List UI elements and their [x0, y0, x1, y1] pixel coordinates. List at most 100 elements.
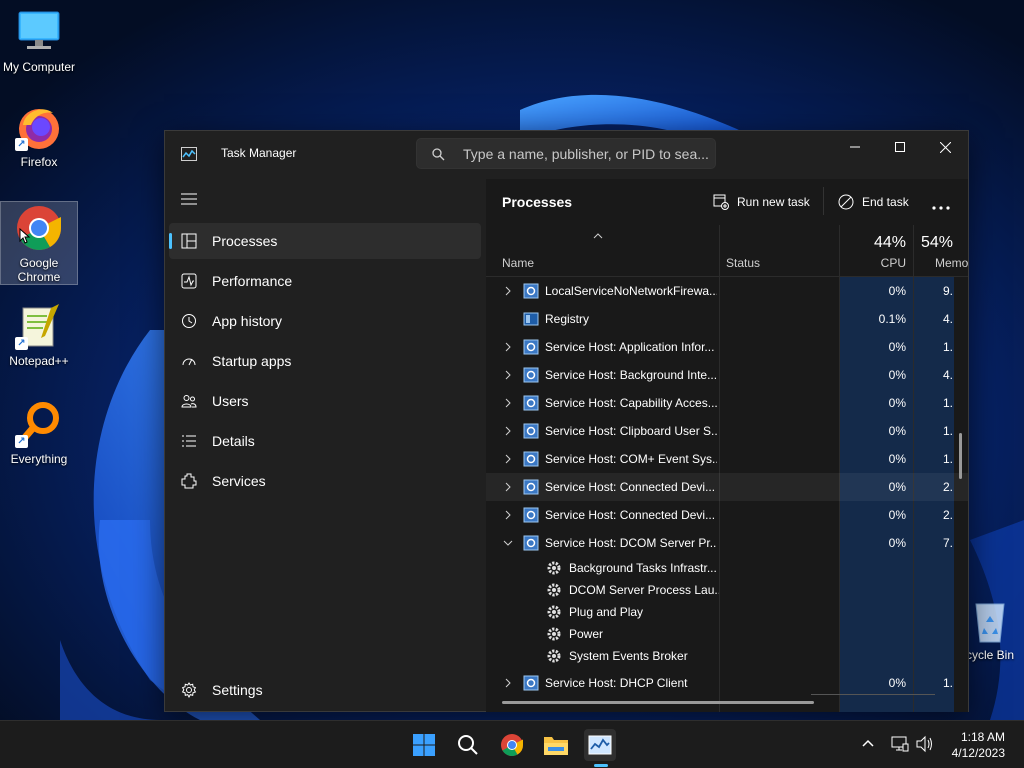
list-item[interactable]: DCOM Server Process Lau...	[486, 579, 968, 601]
search-box[interactable]	[416, 138, 716, 169]
sidebar-item-users[interactable]: Users	[169, 383, 481, 419]
minimize-button[interactable]	[832, 131, 878, 163]
chevron-right-icon[interactable]	[503, 342, 513, 352]
service-host-icon	[523, 451, 539, 467]
table-row[interactable]: Service Host: Capability Acces... 0% 1.	[486, 389, 968, 417]
chevron-right-icon[interactable]	[503, 426, 513, 436]
process-name: Service Host: Connected Devi...	[545, 480, 716, 494]
sidebar-item-label: Details	[212, 433, 255, 449]
clock-date[interactable]: 4/12/2023	[952, 746, 1005, 760]
desktop-icon-notepadpp[interactable]: ↗ Notepad++	[0, 302, 78, 368]
more-options-icon	[932, 206, 950, 210]
task-manager-window: Task Manager Type a name, publisher, or …	[164, 130, 969, 712]
start-button[interactable]	[408, 729, 440, 761]
cpu-value: 0%	[888, 508, 906, 522]
hamburger-menu-icon[interactable]	[179, 191, 199, 207]
process-name: Service Host: COM+ Event Sys...	[545, 452, 717, 466]
taskbar-file-explorer-button[interactable]	[540, 729, 572, 761]
end-task-button[interactable]: End task	[838, 191, 909, 213]
run-new-task-button[interactable]: Run new task	[713, 191, 810, 213]
chevron-right-icon[interactable]	[503, 370, 513, 380]
service-name: Power	[569, 627, 604, 641]
table-row[interactable]: Service Host: DCOM Server Pr... 0% 7.	[486, 529, 968, 557]
toolbar: Processes Run new task End task	[486, 179, 968, 225]
table-row[interactable]: Registry 0.1% 4.	[486, 305, 968, 333]
column-header-row: Name Status 44% CPU 54% Memo	[486, 225, 968, 277]
sidebar-item-app-history[interactable]: App history	[169, 303, 481, 339]
close-button[interactable]	[922, 131, 968, 163]
toolbar-divider	[823, 187, 824, 215]
chevron-right-icon[interactable]	[503, 678, 513, 688]
desktop-icon-my-computer[interactable]: My Computer	[0, 8, 78, 74]
memory-value: 2.	[943, 480, 954, 494]
cpu-value: 0%	[888, 396, 906, 410]
sidebar-item-processes[interactable]: Processes	[169, 223, 481, 259]
list-item[interactable]: Power	[486, 623, 968, 645]
more-options-button[interactable]	[932, 197, 950, 219]
taskbar-search-button[interactable]	[452, 729, 484, 761]
maximize-button[interactable]	[877, 131, 923, 163]
recycle-bin-icon	[966, 598, 1014, 646]
table-row[interactable]: Service Host: Connected Devi... 0% 2.	[486, 501, 968, 529]
service-host-icon	[523, 675, 539, 691]
table-row[interactable]: Service Host: Background Inte... 0% 4.	[486, 361, 968, 389]
horizontal-scrollbar[interactable]	[502, 701, 814, 704]
column-header-status[interactable]: Status	[726, 256, 760, 270]
window-title: Task Manager	[221, 146, 297, 160]
list-item[interactable]: System Events Broker	[486, 645, 968, 667]
table-row[interactable]: Service Host: Clipboard User S... 0% 1.	[486, 417, 968, 445]
desktop-icon-firefox[interactable]: ↗ Firefox	[0, 103, 78, 169]
firefox-icon: ↗	[15, 103, 63, 151]
list-item[interactable]: Plug and Play	[486, 601, 968, 623]
desktop-icon-google-chrome[interactable]: Google Chrome	[0, 201, 78, 285]
sidebar-item-details[interactable]: Details	[169, 423, 481, 459]
chevron-right-icon[interactable]	[503, 454, 513, 464]
column-header-memory[interactable]: Memo	[935, 256, 968, 270]
sidebar-item-services[interactable]: Services	[169, 463, 481, 499]
desktop-icon-label: Google Chrome	[17, 256, 61, 284]
search-input[interactable]	[463, 145, 711, 163]
service-name: DCOM Server Process Lau...	[569, 583, 719, 597]
everything-icon: ↗	[15, 400, 63, 448]
run-new-task-label: Run new task	[737, 195, 810, 209]
chevron-right-icon[interactable]	[503, 510, 513, 520]
details-icon	[182, 435, 196, 447]
vertical-scrollbar[interactable]	[959, 433, 962, 479]
process-name: Registry	[545, 312, 590, 326]
mouse-cursor-icon	[19, 228, 31, 244]
taskbar-chrome-button[interactable]	[496, 729, 528, 761]
title-bar[interactable]: Task Manager	[165, 131, 968, 179]
process-name: Service Host: Application Infor...	[545, 340, 715, 354]
table-row[interactable]: Service Host: Connected Devi... 0% 2.	[486, 473, 968, 501]
clock-time[interactable]: 1:18 AM	[961, 730, 1005, 744]
active-indicator	[169, 233, 172, 249]
table-row[interactable]: Service Host: Application Infor... 0% 1.	[486, 333, 968, 361]
chevron-right-icon[interactable]	[503, 482, 513, 492]
desktop-icon-everything[interactable]: ↗ Everything	[0, 400, 78, 466]
table-row[interactable]: Service Host: COM+ Event Sys... 0% 1.	[486, 445, 968, 473]
performance-icon	[181, 273, 197, 289]
memory-value: 1.	[943, 452, 954, 466]
sidebar-item-settings[interactable]: Settings	[169, 672, 481, 708]
show-hidden-icons-chevron-up-icon[interactable]	[862, 738, 874, 748]
sidebar-item-startup-apps[interactable]: Startup apps	[169, 343, 481, 379]
processes-icon	[181, 233, 197, 249]
column-header-cpu[interactable]: CPU	[881, 256, 906, 270]
cpu-value: 0.1%	[878, 312, 906, 326]
cpu-value: 0%	[888, 536, 906, 550]
table-row[interactable]: LocalServiceNoNetworkFirewa... 0% 9.	[486, 277, 968, 305]
volume-icon[interactable]	[916, 735, 934, 753]
chevron-down-icon[interactable]	[503, 538, 513, 548]
sidebar-item-performance[interactable]: Performance	[169, 263, 481, 299]
cpu-value: 0%	[888, 424, 906, 438]
service-name: Plug and Play	[569, 605, 644, 619]
network-icon[interactable]	[891, 735, 909, 753]
list-item[interactable]: Background Tasks Infrastr...	[486, 557, 968, 579]
taskbar-task-manager-button[interactable]	[584, 729, 616, 761]
chevron-right-icon[interactable]	[503, 286, 513, 296]
table-row[interactable]: Service Host: DHCP Client 0% 1.	[486, 669, 968, 697]
gear-icon	[547, 583, 561, 597]
chevron-right-icon[interactable]	[503, 398, 513, 408]
service-host-icon	[523, 283, 539, 299]
column-header-name[interactable]: Name	[502, 256, 534, 270]
